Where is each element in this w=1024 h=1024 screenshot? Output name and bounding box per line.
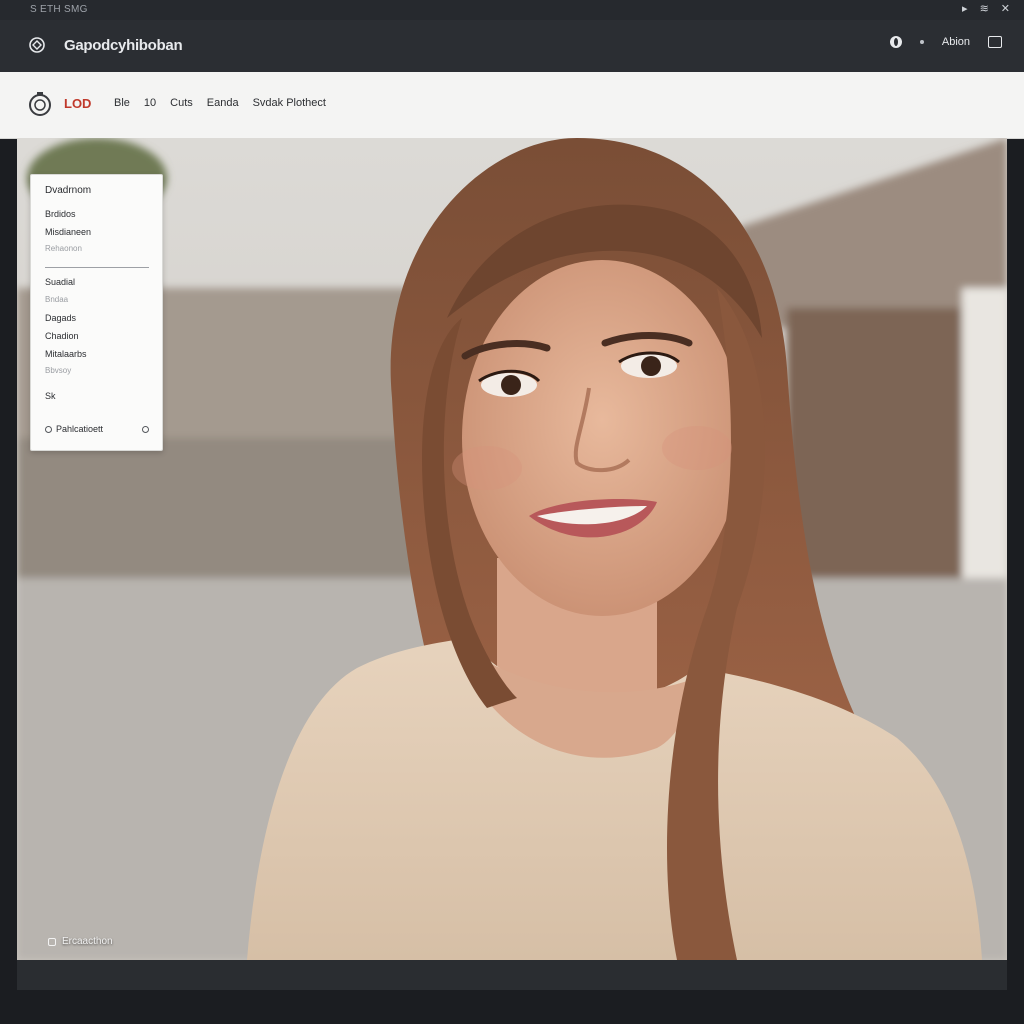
account-link[interactable]: Abion: [942, 36, 970, 48]
menu-item[interactable]: Brdidos: [45, 209, 76, 219]
menu-footer[interactable]: Pahlcatioett: [45, 421, 149, 437]
os-title: S ETH SMG: [30, 4, 88, 15]
menu-footer-group: Pahlcatioett: [45, 424, 103, 434]
os-top-bar: S ETH SMG ▸ ≋ ✕: [0, 0, 1024, 20]
close-icon[interactable]: ✕: [1001, 2, 1010, 15]
menu-item[interactable]: Misdianeen: [45, 227, 91, 237]
menu-item[interactable]: Mitalaarbs: [45, 349, 87, 359]
app-title-bar: Gapodcyhiboban Abion: [0, 20, 1024, 72]
globe-icon[interactable]: [889, 36, 902, 48]
os-icons: ▸ ≋ ✕: [962, 2, 1010, 15]
caption-icon: [48, 937, 56, 946]
portrait-photo: [17, 138, 1007, 960]
window-icon[interactable]: [988, 36, 1002, 48]
site-logo-icon[interactable]: [26, 90, 54, 118]
site-brand[interactable]: LOD: [64, 96, 91, 111]
system-icon[interactable]: ▸: [962, 2, 968, 15]
dot-icon: [919, 40, 924, 44]
menu-footer-label: Pahlcatioett: [56, 424, 104, 434]
wifi-icon[interactable]: ≋: [980, 2, 989, 15]
menu-item-muted: Bbvsoy: [45, 366, 72, 375]
menu-item[interactable]: Sk: [45, 391, 56, 401]
nav-link[interactable]: 10: [144, 97, 156, 109]
caption-text: Ercaacthon: [62, 936, 113, 947]
app-title: Gapodcyhiboban: [64, 37, 183, 54]
site-nav-bar: LOD Ble 10 Cuts Eanda Svdak Plothect: [0, 72, 1024, 139]
nav-link[interactable]: Eanda: [207, 97, 239, 109]
publish-icon: [45, 425, 52, 433]
menu-header[interactable]: Dvadrnom: [45, 185, 91, 196]
portrait-illustration: [17, 138, 1007, 960]
menu-item[interactable]: Dagads: [45, 313, 76, 323]
app-bar-right: Abion: [889, 36, 1002, 48]
photo-caption: Ercaacthon: [48, 936, 113, 947]
menu-item-muted: Bndaa: [45, 295, 69, 304]
menu-item[interactable]: Chadion: [45, 331, 79, 341]
menu-item[interactable]: Suadial: [45, 277, 75, 287]
info-icon[interactable]: [142, 425, 149, 433]
nav-links: Ble 10 Cuts Eanda Svdak Plothect: [114, 97, 326, 109]
app-logo-icon: [29, 37, 45, 53]
nav-link[interactable]: Svdak Plothect: [253, 97, 326, 109]
menu-divider: [45, 267, 149, 268]
nav-link[interactable]: Cuts: [170, 97, 193, 109]
bottom-status-strip: [17, 960, 1007, 990]
nav-link[interactable]: Ble: [114, 97, 130, 109]
menu-item-muted: Rehaonon: [45, 244, 82, 253]
dropdown-menu: Dvadrnom Brdidos Misdianeen Rehaonon Sua…: [30, 174, 163, 451]
